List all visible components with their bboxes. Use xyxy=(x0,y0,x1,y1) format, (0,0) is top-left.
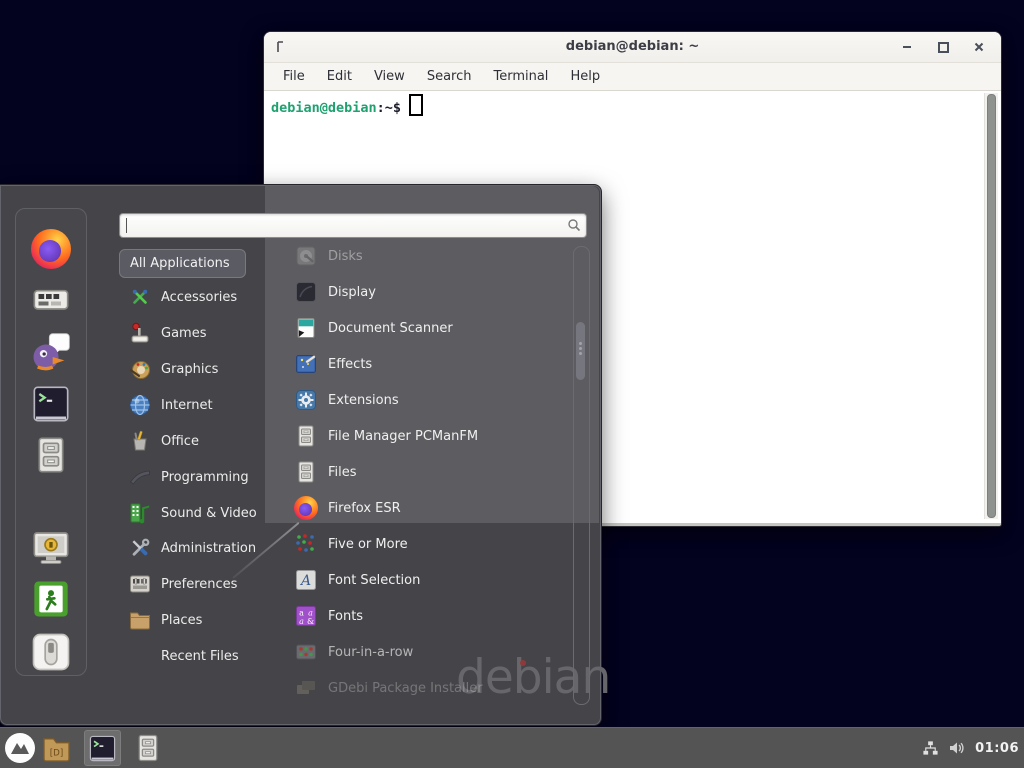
category-places[interactable]: Places xyxy=(119,602,277,638)
disks-icon xyxy=(294,244,318,268)
category-all-applications[interactable]: All Applications xyxy=(119,249,246,278)
app-list-scrollbar-thumb[interactable] xyxy=(576,322,585,380)
five-or-more-icon xyxy=(294,532,318,556)
favorite-pidgin-icon[interactable] xyxy=(31,332,71,372)
app-files[interactable]: Files xyxy=(286,454,570,490)
favorite-package-keys-icon[interactable] xyxy=(31,279,71,319)
menu-edit[interactable]: Edit xyxy=(316,69,363,84)
games-icon xyxy=(128,321,152,345)
category-internet[interactable]: Internet xyxy=(119,387,277,423)
category-games[interactable]: Games xyxy=(119,315,277,351)
app-list-scrollbar[interactable] xyxy=(573,246,590,705)
taskbar-terminal-button[interactable] xyxy=(84,730,121,766)
svg-text:a: a xyxy=(299,617,304,626)
font-selection-icon: A xyxy=(294,568,318,592)
app-font-selection[interactable]: A Font Selection xyxy=(286,562,570,598)
svg-text:A: A xyxy=(299,573,311,589)
category-recent-files[interactable]: Recent Files xyxy=(119,638,277,674)
desktop: { "terminal": { "title": "debian@debian:… xyxy=(0,0,1024,768)
app-gdebi-package-installer[interactable]: GDebi Package Installer xyxy=(286,670,570,706)
graphics-icon xyxy=(128,357,152,381)
favorite-terminal-icon[interactable] xyxy=(31,384,71,424)
svg-text:&: & xyxy=(307,617,314,626)
app-firefox-esr[interactable]: Firefox ESR xyxy=(286,490,570,526)
clock[interactable]: 01:06 xyxy=(975,741,1019,756)
log-out-icon[interactable] xyxy=(31,579,71,619)
search-box xyxy=(119,213,587,238)
files-icon xyxy=(294,460,318,484)
menu-terminal[interactable]: Terminal xyxy=(482,69,559,84)
category-preferences[interactable]: Preferences xyxy=(119,566,277,602)
taskbar-file-cabinet-icon[interactable] xyxy=(133,733,163,763)
text-cursor xyxy=(409,94,423,116)
shut-down-icon[interactable] xyxy=(31,632,71,672)
favorites-panel xyxy=(15,208,87,676)
category-office[interactable]: Office xyxy=(119,423,277,459)
document-scanner-icon xyxy=(294,316,318,340)
app-display[interactable]: Display xyxy=(286,274,570,310)
display-icon xyxy=(294,280,318,304)
prompt-suffix: :~$ xyxy=(377,100,401,116)
app-extensions[interactable]: Extensions xyxy=(286,382,570,418)
favorite-file-manager-icon[interactable] xyxy=(31,435,71,475)
sound-video-icon xyxy=(128,501,152,525)
prompt-user: debian@debian xyxy=(271,100,377,116)
app-document-scanner[interactable]: Document Scanner xyxy=(286,310,570,346)
terminal-scrollbar-thumb[interactable] xyxy=(987,94,996,518)
terminal-titlebar[interactable]: debian@debian: ~ xyxy=(264,32,1001,63)
start-menu-button[interactable] xyxy=(4,732,36,764)
window-icon xyxy=(277,41,286,53)
favorite-firefox-icon[interactable] xyxy=(31,229,71,269)
category-programming[interactable]: Programming xyxy=(119,459,277,495)
app-fonts[interactable]: aaa& Fonts xyxy=(286,598,570,634)
file-manager-icon xyxy=(294,424,318,448)
shell-prompt: debian@debian:~$ xyxy=(271,94,423,116)
svg-text:[D]: [D] xyxy=(50,748,64,758)
category-sound-video[interactable]: Sound & Video xyxy=(119,495,277,531)
fonts-icon: aaa& xyxy=(294,604,318,628)
app-five-or-more[interactable]: Five or More xyxy=(286,526,570,562)
four-in-a-row-icon xyxy=(294,640,318,664)
menu-file[interactable]: File xyxy=(272,69,316,84)
firefox-icon xyxy=(294,496,318,520)
search-icon xyxy=(567,218,581,232)
preferences-icon xyxy=(128,572,152,596)
app-effects[interactable]: Effects xyxy=(286,346,570,382)
internet-icon xyxy=(128,393,152,417)
search-text-caret xyxy=(126,218,127,233)
maximize-icon[interactable] xyxy=(937,41,949,53)
network-icon[interactable] xyxy=(922,740,939,756)
terminal-menubar: File Edit View Search Terminal Help xyxy=(264,63,1001,91)
category-graphics[interactable]: Graphics xyxy=(119,351,277,387)
window-title: debian@debian: ~ xyxy=(264,32,1001,62)
effects-icon xyxy=(294,352,318,376)
gdebi-icon xyxy=(294,676,318,700)
volume-icon[interactable] xyxy=(948,740,966,756)
menu-search[interactable]: Search xyxy=(416,69,483,84)
category-administration[interactable]: Administration xyxy=(119,530,277,566)
application-menu: debian All A xyxy=(0,185,601,725)
administration-icon xyxy=(128,536,152,560)
close-icon[interactable] xyxy=(973,41,985,53)
taskbar: [D] 01:06 xyxy=(0,727,1024,768)
menu-view[interactable]: View xyxy=(363,69,416,84)
office-icon xyxy=(128,429,152,453)
taskbar-folder-icon[interactable]: [D] xyxy=(41,733,72,763)
search-input[interactable] xyxy=(126,215,562,234)
terminal-scrollbar[interactable] xyxy=(984,93,998,519)
places-icon xyxy=(128,608,152,632)
app-four-in-a-row[interactable]: Four-in-a-row xyxy=(286,634,570,670)
app-file-manager-pcmanfm[interactable]: File Manager PCManFM xyxy=(286,418,570,454)
extensions-icon xyxy=(294,388,318,412)
lock-screen-icon[interactable] xyxy=(31,528,71,568)
menu-help[interactable]: Help xyxy=(559,69,611,84)
programming-icon xyxy=(128,465,152,489)
minimize-icon[interactable] xyxy=(901,41,913,53)
app-disks[interactable]: Disks xyxy=(286,238,570,274)
category-accessories[interactable]: Accessories xyxy=(119,279,277,315)
accessories-icon xyxy=(128,285,152,309)
